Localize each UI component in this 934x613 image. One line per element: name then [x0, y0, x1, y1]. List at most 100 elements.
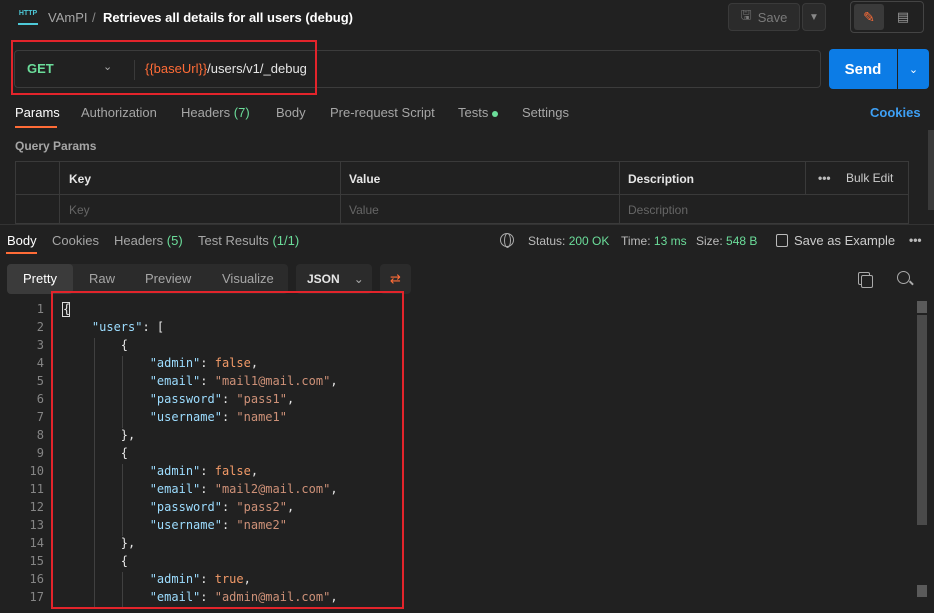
line-number: 6: [36, 392, 44, 406]
query-params-title: Query Params: [15, 139, 97, 153]
line-number: 7: [36, 410, 44, 424]
response-tab-test-results[interactable]: Test Results (1/1): [198, 233, 299, 248]
save-icon: [776, 234, 788, 247]
comments-button[interactable]: ▤: [888, 4, 918, 30]
query-params-table: [15, 161, 909, 224]
table-col-divider: [619, 161, 620, 224]
table-col-divider: [340, 161, 341, 224]
wrap-lines-button[interactable]: ⇄: [380, 264, 411, 294]
param-description-input[interactable]: Description: [628, 203, 688, 217]
table-row-divider: [15, 194, 909, 195]
size-label: Size:: [696, 234, 723, 248]
response-active-tab-indicator: [6, 252, 37, 254]
globe-icon[interactable]: [500, 233, 514, 248]
save-icon: 🖫: [740, 7, 752, 22]
line-number: 4: [36, 356, 44, 370]
active-tab-indicator: [15, 126, 57, 128]
tab-headers-count: (7): [233, 105, 250, 120]
save-button[interactable]: 🖫 Save: [728, 3, 800, 31]
view-tab-raw[interactable]: Raw: [89, 271, 115, 286]
scroll-up-arrow[interactable]: [917, 301, 927, 313]
more-options-icon[interactable]: •••: [818, 171, 831, 185]
chevron-down-icon: ⌄: [353, 272, 364, 286]
response-tab-cookies[interactable]: Cookies: [52, 233, 99, 248]
highlight-box-response: [51, 291, 404, 609]
test-results-count: (1/1): [272, 233, 300, 248]
edit-pencil-button[interactable]: ✎: [854, 4, 884, 30]
top-bar: HTTP VAmPI / Retrieves all details for a…: [0, 0, 934, 36]
cookies-link[interactable]: Cookies: [870, 105, 921, 120]
more-options-icon[interactable]: •••: [909, 233, 922, 247]
breadcrumb-separator: /: [92, 10, 96, 25]
response-tab-headers-label: Headers: [114, 233, 164, 248]
column-header-description: Description: [628, 172, 695, 186]
tab-prerequest-script[interactable]: Pre-request Script: [330, 105, 435, 120]
tab-headers[interactable]: Headers (7): [181, 105, 250, 120]
param-key-input[interactable]: Key: [69, 203, 90, 217]
scroll-down-arrow[interactable]: [917, 585, 927, 597]
param-value-input[interactable]: Value: [349, 203, 379, 217]
copy-icon[interactable]: [858, 272, 873, 288]
highlight-box-url: [11, 40, 317, 95]
time-label: Time:: [621, 234, 651, 248]
line-number: 1: [36, 302, 44, 316]
tests-indicator-dot: [492, 110, 499, 117]
format-value: JSON: [307, 272, 340, 286]
search-icon[interactable]: [897, 271, 910, 284]
tab-settings[interactable]: Settings: [522, 105, 569, 120]
bulk-edit-button[interactable]: Bulk Edit: [846, 171, 893, 185]
save-options-button[interactable]: ▼: [802, 3, 826, 31]
chevron-down-icon: ⌄: [908, 63, 919, 76]
response-tab-body[interactable]: Body: [7, 233, 37, 248]
size-readout[interactable]: Size: 548 B: [696, 234, 757, 248]
tab-params[interactable]: Params: [15, 105, 60, 120]
tab-headers-label: Headers: [181, 105, 231, 120]
view-tab-visualize[interactable]: Visualize: [222, 271, 274, 286]
line-number: 8: [36, 428, 44, 442]
request-pane-scrollbar[interactable]: [928, 130, 934, 210]
response-divider[interactable]: [0, 224, 934, 225]
view-tab-preview[interactable]: Preview: [145, 271, 191, 286]
line-number: 13: [29, 518, 44, 532]
test-results-label: Test Results: [198, 233, 269, 248]
tab-tests[interactable]: Tests: [458, 105, 499, 120]
line-number: 5: [36, 374, 44, 388]
line-number: 2: [36, 320, 44, 334]
request-title[interactable]: Retrieves all details for all users (deb…: [103, 10, 353, 25]
save-as-example-label: Save as Example: [794, 233, 896, 248]
tab-body[interactable]: Body: [276, 105, 306, 120]
save-as-example-button[interactable]: Save as Example: [776, 233, 895, 248]
time-readout[interactable]: Time: 13 ms: [621, 234, 687, 248]
comment-icon: ▤: [896, 9, 910, 24]
scroll-thumb[interactable]: [917, 315, 927, 525]
response-headers-count: (5): [166, 233, 183, 248]
column-header-key: Key: [69, 172, 92, 186]
send-button[interactable]: Send: [829, 49, 897, 89]
status-label: Status:: [528, 234, 566, 248]
line-number: 3: [36, 338, 44, 352]
view-tab-pretty[interactable]: Pretty: [23, 271, 57, 286]
line-number: 10: [29, 464, 44, 478]
tab-authorization[interactable]: Authorization: [81, 105, 157, 120]
status-value: 200 OK: [568, 234, 610, 248]
line-number: 17: [29, 590, 44, 604]
status-readout[interactable]: Status: 200 OK: [528, 234, 609, 248]
save-label: Save: [757, 9, 788, 25]
column-header-value: Value: [349, 172, 381, 186]
line-number: 9: [36, 446, 44, 460]
line-number: 16: [29, 572, 44, 586]
table-col-divider: [59, 161, 60, 224]
send-options-button[interactable]: ⌄: [898, 49, 929, 89]
size-value: 548 B: [726, 234, 758, 248]
pencil-icon: ✎: [863, 8, 875, 25]
line-number: 15: [29, 554, 44, 568]
line-number: 11: [29, 482, 44, 496]
line-number: 12: [29, 500, 44, 514]
response-tab-headers[interactable]: Headers (5): [114, 233, 183, 248]
wrap-icon: ⇄: [390, 271, 401, 286]
breadcrumb-collection[interactable]: VAmPI: [48, 10, 88, 25]
format-select[interactable]: JSON ⌄: [296, 264, 372, 294]
line-number: 14: [29, 536, 44, 550]
http-request-icon: HTTP: [18, 9, 38, 25]
time-value: 13 ms: [653, 234, 687, 248]
